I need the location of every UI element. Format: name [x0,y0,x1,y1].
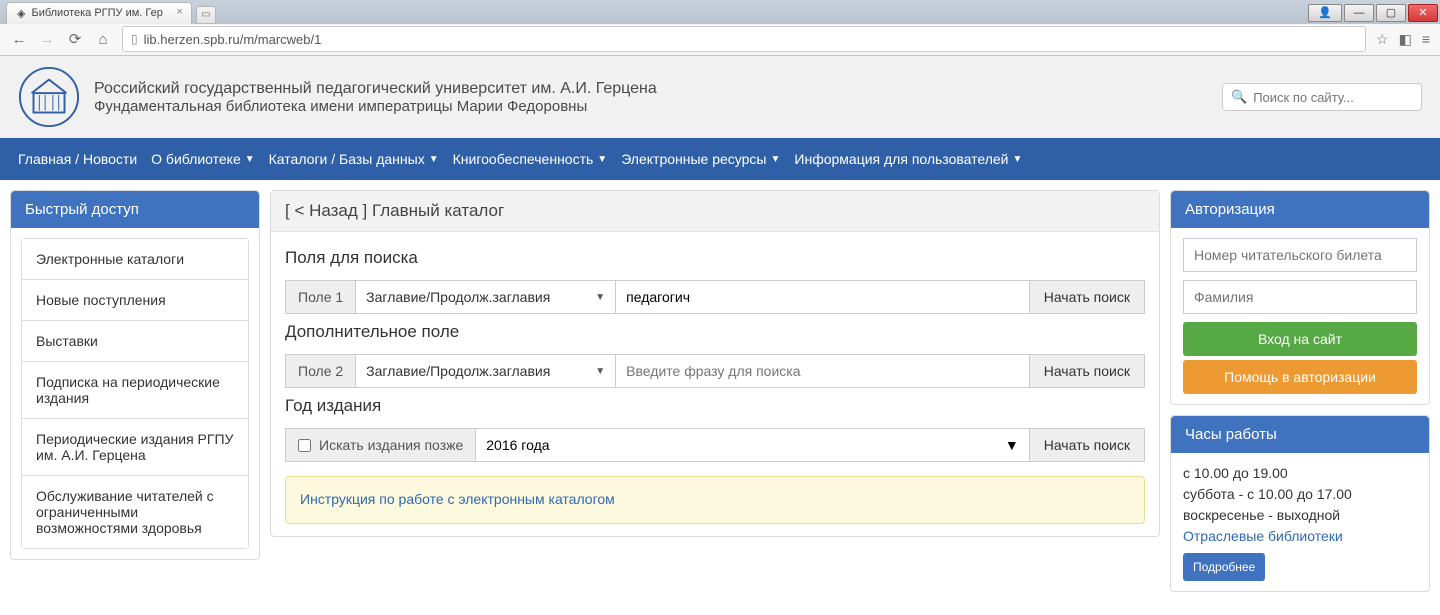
quick-access-title: Быстрый доступ [11,191,259,228]
favicon-icon: ◈ [17,7,25,20]
chevron-down-icon: ▼ [595,366,605,377]
nav-eresources[interactable]: Электронные ресурсы▼ [621,151,780,167]
main-nav: Главная / Новости О библиотеке▼ Каталоги… [0,138,1440,180]
maximize-button[interactable]: ▢ [1376,4,1406,22]
nav-books[interactable]: Книгообеспеченность▼ [453,151,608,167]
quick-item-accessibility[interactable]: Обслуживание читателей с ограниченными в… [21,476,249,549]
search-panel: [ < Назад ] Главный каталог Поля для пои… [270,190,1160,537]
section-additional-label: Дополнительное поле [285,322,1145,342]
hours-title: Часы работы [1171,416,1429,453]
auth-lastname-input[interactable] [1183,280,1417,314]
field1-addon: Поле 1 [285,280,355,314]
year-search-button[interactable]: Начать поиск [1030,428,1145,462]
auth-help-button[interactable]: Помощь в авторизации [1183,360,1417,394]
hours-line1: с 10.00 до 19.00 [1183,463,1417,484]
content: Быстрый доступ Электронные каталоги Новы… [0,180,1440,612]
search-icon: 🔍 [1231,89,1247,105]
caret-down-icon: ▼ [597,154,607,165]
caret-down-icon: ▼ [245,154,255,165]
caret-down-icon: ▼ [771,154,781,165]
site-header: Российский государственный педагогически… [0,56,1440,138]
chevron-down-icon: ▼ [595,292,605,303]
forward-icon[interactable]: → [38,31,56,48]
field1-search-button[interactable]: Начать поиск [1030,280,1145,314]
minimize-button[interactable]: — [1344,4,1374,22]
site-logo-icon [18,66,80,128]
back-icon[interactable]: ← [10,31,28,48]
field1-input[interactable] [615,280,1030,314]
instruction-link[interactable]: Инструкция по работе с электронным катал… [300,491,615,507]
nav-info[interactable]: Информация для пользователей▼ [794,151,1022,167]
address-bar[interactable]: ▯ [122,26,1366,52]
year-check-addon: Искать издания позже [285,428,475,462]
field1-group: Поле 1 Заглавие/Продолж.заглавия▼ Начать… [285,280,1145,314]
home-icon[interactable]: ⌂ [94,31,112,48]
site-title-2: Фундаментальная библиотека имени императ… [94,98,657,115]
hours-panel: Часы работы с 10.00 до 19.00 суббота - с… [1170,415,1430,592]
field2-input[interactable] [615,354,1030,388]
field2-select[interactable]: Заглавие/Продолж.заглавия▼ [355,354,615,388]
year-select[interactable]: 2016 года▼ [475,428,1029,462]
menu-icon[interactable]: ≡ [1422,31,1430,47]
caret-down-icon: ▼ [429,154,439,165]
quick-item-periodicals-sub[interactable]: Подписка на периодические издания [21,362,249,419]
site-search-input[interactable] [1253,90,1413,105]
new-tab-button[interactable]: ▭ [196,6,216,24]
year-group: Искать издания позже 2016 года▼ Начать п… [285,428,1145,462]
quick-item-new[interactable]: Новые поступления [21,280,249,321]
field2-group: Поле 2 Заглавие/Продолж.заглавия▼ Начать… [285,354,1145,388]
nav-catalogs[interactable]: Каталоги / Базы данных▼ [269,151,439,167]
field1-select[interactable]: Заглавие/Продолж.заглавия▼ [355,280,615,314]
browser-toolbar: ← → ⟳ ⌂ ▯ ☆ ◧ ≡ [0,24,1440,55]
nav-about[interactable]: О библиотеке▼ [151,151,255,167]
search-panel-heading[interactable]: [ < Назад ] Главный каталог [271,191,1159,232]
instruction-box: Инструкция по работе с электронным катал… [285,476,1145,524]
tab-title: Библиотека РГПУ им. Гер [31,7,162,19]
login-button[interactable]: Вход на сайт [1183,322,1417,356]
section-fields-label: Поля для поиска [285,248,1145,268]
star-icon[interactable]: ☆ [1376,31,1389,48]
tab-close-icon[interactable]: × [176,6,182,18]
browser-chrome: ◈ Библиотека РГПУ им. Гер × ▭ 👤 — ▢ ✕ ← … [0,0,1440,56]
quick-item-exhibits[interactable]: Выставки [21,321,249,362]
nav-home[interactable]: Главная / Новости [18,151,137,167]
section-year-label: Год издания [285,396,1145,416]
auth-card-input[interactable] [1183,238,1417,272]
year-later-checkbox[interactable] [298,439,311,452]
hours-line2: суббота - с 10.00 до 17.00 [1183,484,1417,505]
user-menu-button[interactable]: 👤 [1308,4,1342,22]
reload-icon[interactable]: ⟳ [66,30,84,48]
auth-title: Авторизация [1171,191,1429,228]
auth-panel: Авторизация Вход на сайт Помощь в автори… [1170,190,1430,405]
year-check-label: Искать издания позже [319,437,463,453]
quick-item-periodicals[interactable]: Периодические издания РГПУ им. А.И. Герц… [21,419,249,476]
site-title-1: Российский государственный педагогически… [94,80,657,98]
field2-search-button[interactable]: Начать поиск [1030,354,1145,388]
browser-tab[interactable]: ◈ Библиотека РГПУ им. Гер × [6,2,192,24]
quick-access-panel: Быстрый доступ Электронные каталоги Новы… [10,190,260,560]
url-input[interactable] [144,32,1357,47]
hours-line3: воскресенье - выходной [1183,505,1417,526]
chevron-down-icon: ▼ [1005,437,1019,453]
hours-more-button[interactable]: Подробнее [1183,553,1265,581]
field2-addon: Поле 2 [285,354,355,388]
tab-strip: ◈ Библиотека РГПУ им. Гер × ▭ 👤 — ▢ ✕ [0,0,1440,24]
page-icon: ▯ [131,32,138,46]
caret-down-icon: ▼ [1013,154,1023,165]
window-close-button[interactable]: ✕ [1408,4,1438,22]
site-search[interactable]: 🔍 [1222,83,1422,111]
quick-item-catalogs[interactable]: Электронные каталоги [21,238,249,280]
extension-icon[interactable]: ◧ [1399,31,1412,48]
hours-link[interactable]: Отраслевые библиотеки [1183,526,1417,547]
